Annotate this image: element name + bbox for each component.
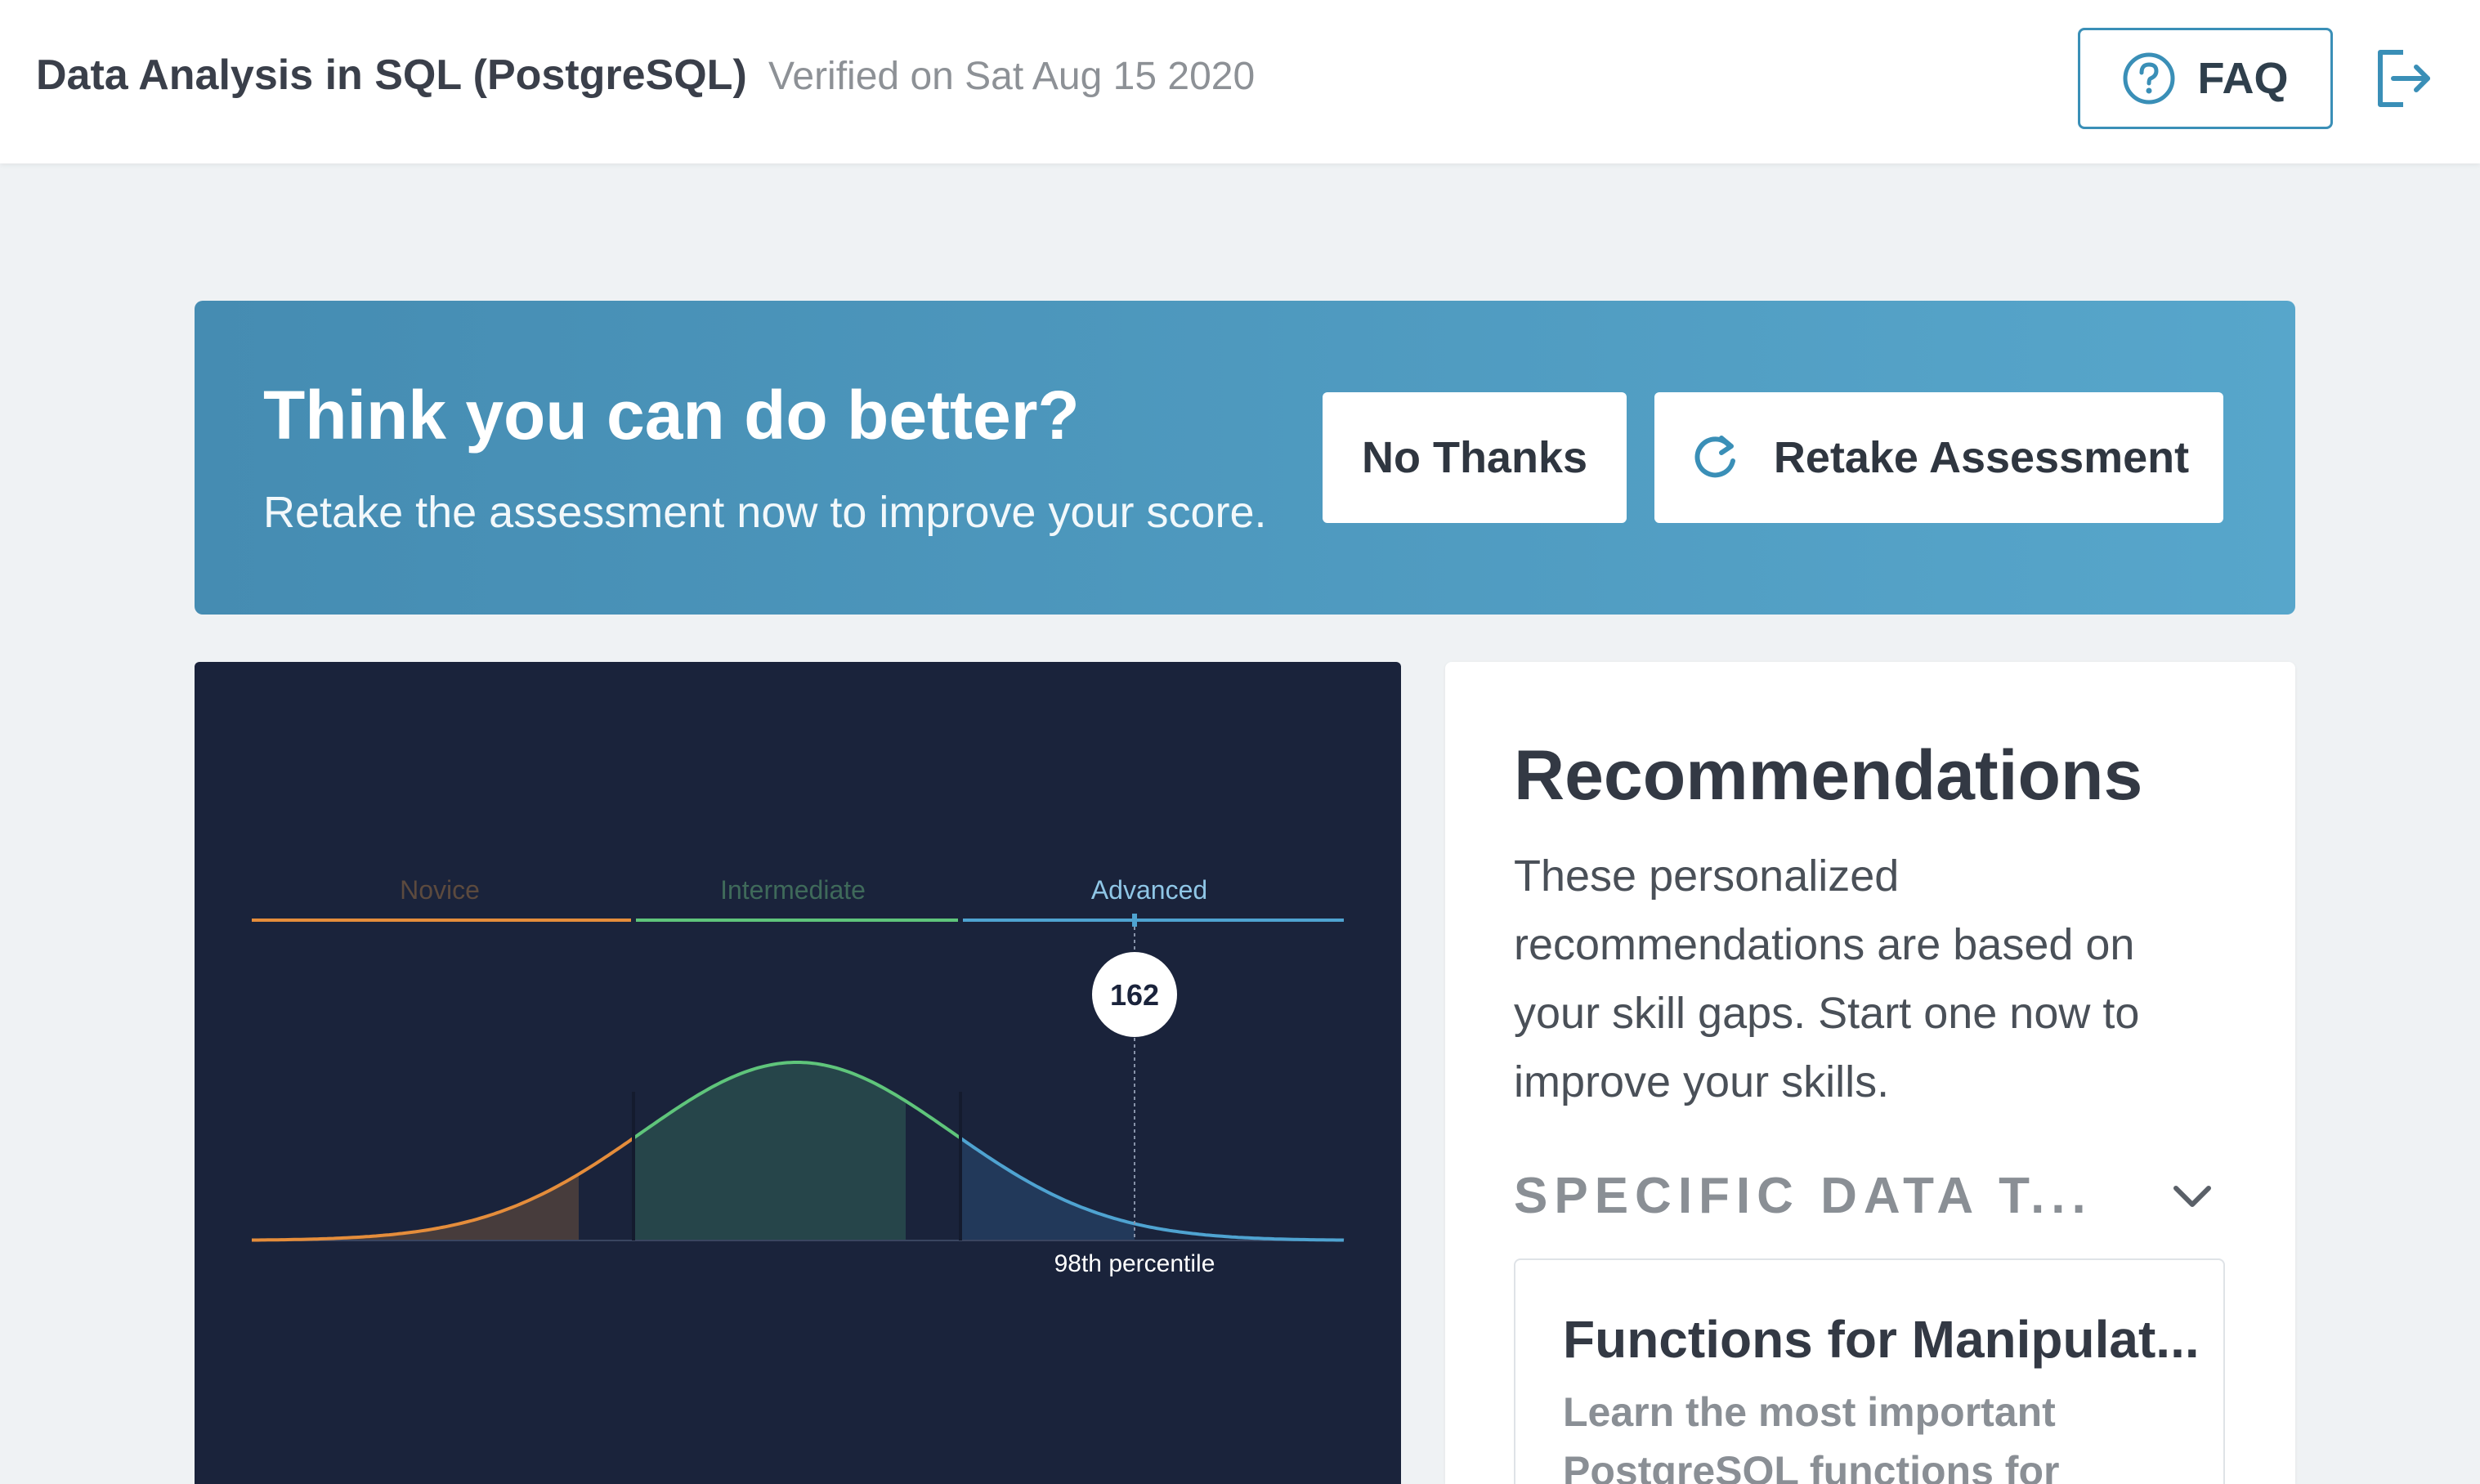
top-bar: Data Analysis in SQL (PostgreSQL) Verifi…	[0, 0, 2480, 163]
no-thanks-label: No Thanks	[1361, 433, 1588, 482]
score-percentile: 98th percentile	[1054, 1250, 1215, 1277]
score-value: 162	[1110, 978, 1159, 1012]
banner-subtitle: Retake the assessment now to improve you…	[263, 488, 1267, 537]
no-thanks-button[interactable]: No Thanks	[1323, 392, 1627, 523]
score-distribution-chart: Novice Intermediate Advanced 162 98th pe…	[195, 662, 1401, 1484]
score-tick	[1132, 914, 1137, 927]
faq-button[interactable]: FAQ	[2078, 28, 2333, 129]
recommendation-category-dropdown[interactable]: SPECIFIC DATA T...	[1514, 1152, 2230, 1242]
retake-assessment-label: Retake Assessment	[1773, 433, 2190, 482]
recommendations-description: These personalized recommendations are b…	[1514, 852, 2140, 1106]
band-label-advanced: Advanced	[1091, 875, 1207, 905]
chevron-down-icon	[2173, 1186, 2211, 1207]
question-circle-icon	[2123, 52, 2175, 105]
banner-title: Think you can do better?	[263, 377, 1080, 454]
recommendations-panel: Recommendations These personalized recom…	[1445, 662, 2295, 1484]
assessment-title: Data Analysis in SQL (PostgreSQL)	[36, 51, 747, 99]
course-card[interactable]: Functions for Manipulat... Learn the mos…	[1514, 1258, 2225, 1484]
distribution-plot: Novice Intermediate Advanced 162 98th pe…	[252, 875, 1345, 1277]
refresh-icon	[1694, 436, 1735, 478]
band-label-novice: Novice	[400, 875, 480, 905]
course-title: Functions for Manipulat...	[1563, 1310, 2200, 1369]
logout-icon[interactable]	[2374, 47, 2433, 110]
band-label-intermediate: Intermediate	[720, 875, 866, 905]
course-description: Learn the most important PostgreSQL func…	[1563, 1389, 2060, 1484]
retake-assessment-button[interactable]: Retake Assessment	[1654, 392, 2223, 523]
band-fill-intermediate	[633, 1062, 906, 1240]
verified-date: Verified on Sat Aug 15 2020	[768, 55, 1256, 98]
faq-label: FAQ	[2197, 54, 2289, 103]
category-label: SPECIFIC DATA T...	[1514, 1168, 2093, 1224]
band-fill-novice	[252, 1173, 579, 1240]
retake-banner: Think you can do better? Retake the asse…	[195, 301, 2295, 615]
band-fill-advanced	[960, 1138, 1135, 1240]
recommendations-title: Recommendations	[1514, 736, 2143, 815]
